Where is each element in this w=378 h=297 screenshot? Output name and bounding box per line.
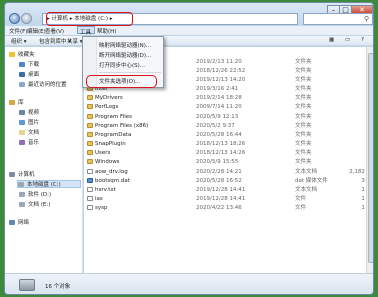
- sidebar-item-recent[interactable]: 最近访问的位置: [19, 81, 67, 89]
- drive-icon: [19, 279, 35, 291]
- vertical-scrollbar[interactable]: [366, 47, 373, 273]
- file-row[interactable]: ias2019/12/28 14:41文件1 KB: [84, 195, 373, 203]
- menu-edit[interactable]: 编辑(E): [27, 27, 46, 35]
- file-row[interactable]: SnapPlugin 2018/12/13 18:26 文件夹: [84, 140, 373, 148]
- file-row[interactable]: Users 2018/12/13 14:26 文件夹: [84, 149, 373, 157]
- file-row[interactable]: sysp2020/4/22 13:46文件1 KB: [84, 204, 373, 212]
- folder-icon: [87, 159, 93, 164]
- folder-icon: [87, 150, 93, 155]
- search-icon: ⚲: [363, 15, 369, 23]
- desktop-icon: [19, 72, 25, 77]
- sidebar-item-downloads[interactable]: 下载: [19, 61, 39, 69]
- sidebar-computer[interactable]: 计算机: [9, 171, 35, 179]
- sidebar-item-desktop[interactable]: 桌面: [19, 71, 39, 79]
- view-options-icon[interactable]: ▦: [329, 37, 334, 43]
- tools-dropdown-menu: 映射网络驱动器(N)... 断开网络驱动器(D)... 打开同步中心(S)...…: [82, 36, 164, 88]
- status-bar: 16 个对象: [5, 273, 373, 294]
- file-row[interactable]: Program Files 2020/5/9 12:13 文件夹: [84, 113, 373, 121]
- folder-icon: [87, 95, 93, 100]
- folder-icon: [87, 132, 93, 137]
- command-bar: 组织 ▾ 包含到库中 ▾ 共享 ▾ ▦ ▭ ?: [5, 36, 373, 46]
- pictures-icon: [19, 120, 25, 125]
- sidebar-item-documents[interactable]: 文档: [19, 129, 39, 137]
- sidebar-item-music[interactable]: 音乐: [19, 139, 39, 147]
- drive-icon: [19, 192, 25, 197]
- folder-icon: [87, 141, 93, 146]
- drive-icon: [18, 182, 24, 187]
- sidebar-item-pictures[interactable]: 图片: [19, 119, 39, 127]
- music-icon: [19, 140, 25, 145]
- drive-icon: [19, 202, 25, 207]
- scrollbar-thumb[interactable]: [368, 53, 373, 263]
- file-row[interactable]: ProgramData 2020/5/28 16:44 文件夹: [84, 131, 373, 139]
- help-icon[interactable]: ?: [361, 37, 364, 43]
- menu-file[interactable]: 文件(F): [9, 27, 27, 35]
- back-button[interactable]: ‹: [9, 13, 20, 24]
- folder-icon: [87, 123, 93, 128]
- menu-help[interactable]: 帮助(H): [97, 27, 116, 35]
- sidebar-libraries[interactable]: 库: [9, 99, 24, 107]
- sidebar-network[interactable]: 网络: [9, 219, 29, 227]
- file-icon: [87, 205, 93, 210]
- preview-pane-icon[interactable]: ▭: [345, 37, 350, 43]
- object-count: 16 个对象: [45, 284, 71, 290]
- file-icon: [87, 196, 93, 201]
- file-row[interactable]: Windows 2020/5/9 15:55 文件夹: [84, 158, 373, 166]
- menu-item-map-drive[interactable]: 映射网络驱动器(N)...: [99, 42, 151, 50]
- sidebar-item-drive-e[interactable]: 文档 (E:): [19, 201, 50, 209]
- sidebar-item-drive-d[interactable]: 软件 (D:): [19, 191, 51, 199]
- sidebar-item-drive-c[interactable]: 本地磁盘 (C:): [17, 180, 81, 188]
- library-icon: [9, 100, 15, 105]
- folder-icon: [87, 104, 93, 109]
- media-file-icon: [87, 178, 93, 183]
- text-file-icon: [87, 169, 93, 174]
- computer-icon: [9, 172, 15, 177]
- download-folder-icon: [19, 62, 25, 67]
- search-input[interactable]: ⚲: [303, 13, 373, 25]
- file-row[interactable]: bootsqm.dat2020/5/28 16:52dat 媒体文件3 KB: [84, 177, 373, 185]
- menu-item-disconnect-drive[interactable]: 断开网络驱动器(D)...: [99, 52, 151, 60]
- file-row[interactable]: hsrv.txt2019/12/28 14:41文本文档1 KB: [84, 186, 373, 194]
- recent-places-icon: [19, 82, 25, 87]
- file-row[interactable]: Program Files (x86) 2020/5/2 9:37 文件夹: [84, 122, 373, 130]
- menu-item-sync-center[interactable]: 打开同步中心(S)...: [99, 62, 145, 70]
- folder-options-highlight-annotation: [86, 75, 157, 88]
- share-button[interactable]: 共享 ▾: [67, 37, 83, 45]
- file-row[interactable]: aow_drv.log 2020/2/28 14:21 文本文档 2,182 KB: [84, 168, 373, 176]
- folder-icon: [87, 114, 93, 119]
- menu-tools[interactable]: 工具(T): [77, 26, 95, 42]
- network-icon: [9, 220, 15, 225]
- sidebar-favorites[interactable]: 收藏夹: [9, 51, 35, 59]
- sidebar-item-videos[interactable]: 视频: [19, 109, 39, 117]
- address-highlight-annotation: [46, 12, 133, 26]
- explorer-window: – □ ✕ ‹ › ▸ 计算机 ▸ 本地磁盘 (C:) ▸ ⚲ 文件(F) 编辑…: [4, 2, 374, 295]
- organize-button[interactable]: 组织 ▾: [11, 37, 27, 45]
- address-bar[interactable]: ▸ 计算机 ▸ 本地磁盘 (C:) ▸: [42, 12, 298, 26]
- star-icon: [9, 52, 15, 57]
- menu-view[interactable]: 查看(V): [45, 27, 64, 35]
- documents-icon: [19, 130, 25, 135]
- menu-separator: [99, 72, 161, 73]
- navigation-pane: 收藏夹 下载 桌面 最近访问的位置 库 视频 图片 文档 音乐 计算机 本地磁盘…: [5, 47, 83, 273]
- text-file-icon: [87, 187, 93, 192]
- forward-button[interactable]: ›: [21, 13, 32, 24]
- file-row[interactable]: MyDrivers 2019/2/14 18:28 文件夹: [84, 94, 373, 102]
- video-icon: [19, 110, 25, 115]
- menu-bar: 文件(F) 编辑(E) 查看(V) 工具(T) 帮助(H): [5, 26, 373, 42]
- file-row[interactable]: PerfLogs 2009/7/14 11:20 文件夹: [84, 103, 373, 111]
